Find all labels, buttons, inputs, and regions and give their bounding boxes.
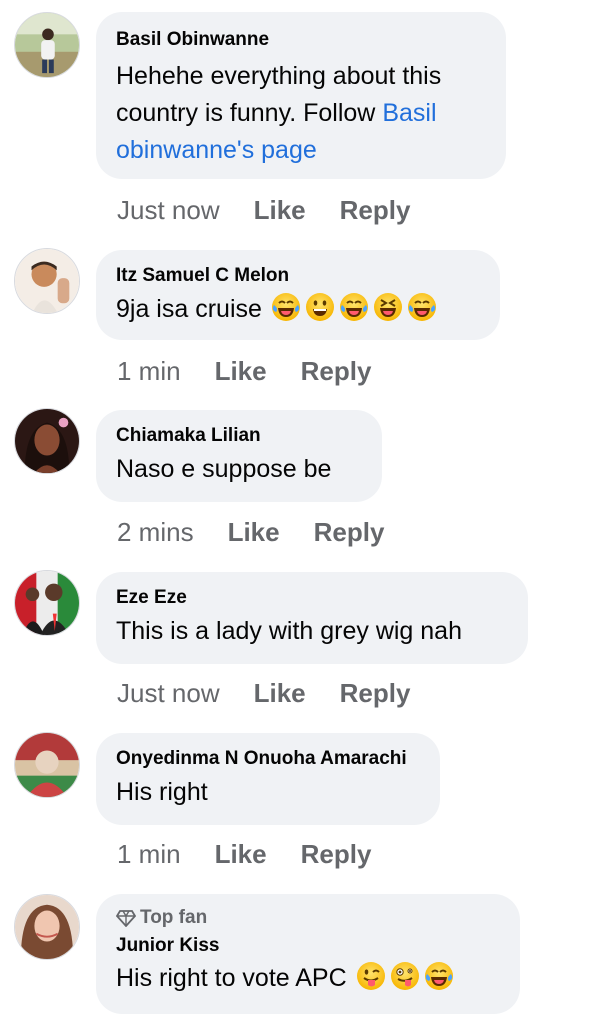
winking-tongue-icon [356,961,386,991]
comment-text: 9ja isa cruise [116,291,480,328]
reply-button[interactable]: Reply [340,678,411,709]
avatar[interactable] [14,248,80,314]
comment-author[interactable]: Itz Samuel C Melon [116,264,480,288]
diamond-icon [116,910,136,927]
comment-bubble[interactable]: Eze Eze This is a lady with grey wig nah [96,572,528,664]
comment-bubble[interactable]: Itz Samuel C Melon 9ja isa cruise [96,250,500,340]
profile-link[interactable]: obinwanne's page [116,132,486,169]
like-button[interactable]: Like [254,195,306,226]
comment-author[interactable]: Basil Obinwanne [116,28,486,52]
comment-text: This is a lady with grey wig nah [116,617,462,645]
reply-button[interactable]: Reply [314,517,385,548]
comment-author[interactable]: Onyedinma N Onuoha Amarachi [116,747,420,771]
squinting-laugh-icon [373,292,403,322]
like-button[interactable]: Like [215,839,267,870]
comment-text-plain: country is funny. Follow [116,99,383,127]
avatar[interactable] [14,894,80,960]
avatar[interactable] [14,732,80,798]
comment-time[interactable]: 1 min [117,356,181,387]
comment-bubble[interactable]: Top fan Junior Kiss His right to vote AP… [96,894,520,1014]
comment-text-line: country is funny. Follow Basil [116,95,486,132]
like-button[interactable]: Like [228,517,280,548]
reply-button[interactable]: Reply [301,839,372,870]
avatar[interactable] [14,12,80,78]
comment-text-plain: 9ja isa cruise [116,295,262,323]
comment-bubble[interactable]: Basil Obinwanne Hehehe everything about … [96,12,506,179]
tears-of-joy-icon [339,292,369,322]
reply-button[interactable]: Reply [301,356,372,387]
comment-actions: Just now Like Reply [117,678,410,709]
comment-time[interactable]: Just now [117,195,220,226]
comment-time[interactable]: Just now [117,678,220,709]
avatar[interactable] [14,408,80,474]
avatar-photo-icon [15,733,79,797]
comment-text: Hehehe everything about this country is … [116,58,486,169]
comment-author[interactable]: Junior Kiss [116,934,500,958]
comment-bubble[interactable]: Chiamaka Lilian Naso e suppose be [96,410,382,502]
comment-time[interactable]: 2 mins [117,517,194,548]
comment-bubble[interactable]: Onyedinma N Onuoha Amarachi His right [96,733,440,825]
comment-author[interactable]: Eze Eze [116,586,508,610]
avatar-photo-icon [15,13,79,77]
comment-actions: 1 min Like Reply [117,839,371,870]
avatar-photo-icon [15,895,79,959]
comment-time[interactable]: 1 min [117,839,181,870]
comment-text-line: Hehehe everything about this [116,62,442,90]
comment-text: His right to vote APC [116,960,500,997]
top-fan-label: Top fan [140,907,208,928]
profile-link[interactable]: Basil [382,99,436,127]
comment-actions: 1 min Like Reply [117,356,371,387]
avatar-photo-icon [15,409,79,473]
avatar-photo-icon [15,249,79,313]
like-button[interactable]: Like [215,356,267,387]
comment-author[interactable]: Chiamaka Lilian [116,424,362,448]
comment-text-plain: His right to vote APC [116,964,347,992]
avatar-photo-icon [15,571,79,635]
comment-actions: Just now Like Reply [117,195,410,226]
avatar[interactable] [14,570,80,636]
tears-of-joy-icon [424,961,454,991]
comment-actions: 2 mins Like Reply [117,517,384,548]
top-fan-badge: Top fan [116,906,500,930]
like-button[interactable]: Like [254,678,306,709]
tears-of-joy-icon [271,292,301,322]
comment-text: Naso e suppose be [116,455,332,483]
comment-text: His right [116,778,208,806]
grinning-icon [305,292,335,322]
reply-button[interactable]: Reply [340,195,411,226]
zany-face-icon [390,961,420,991]
tears-of-joy-icon [407,292,437,322]
